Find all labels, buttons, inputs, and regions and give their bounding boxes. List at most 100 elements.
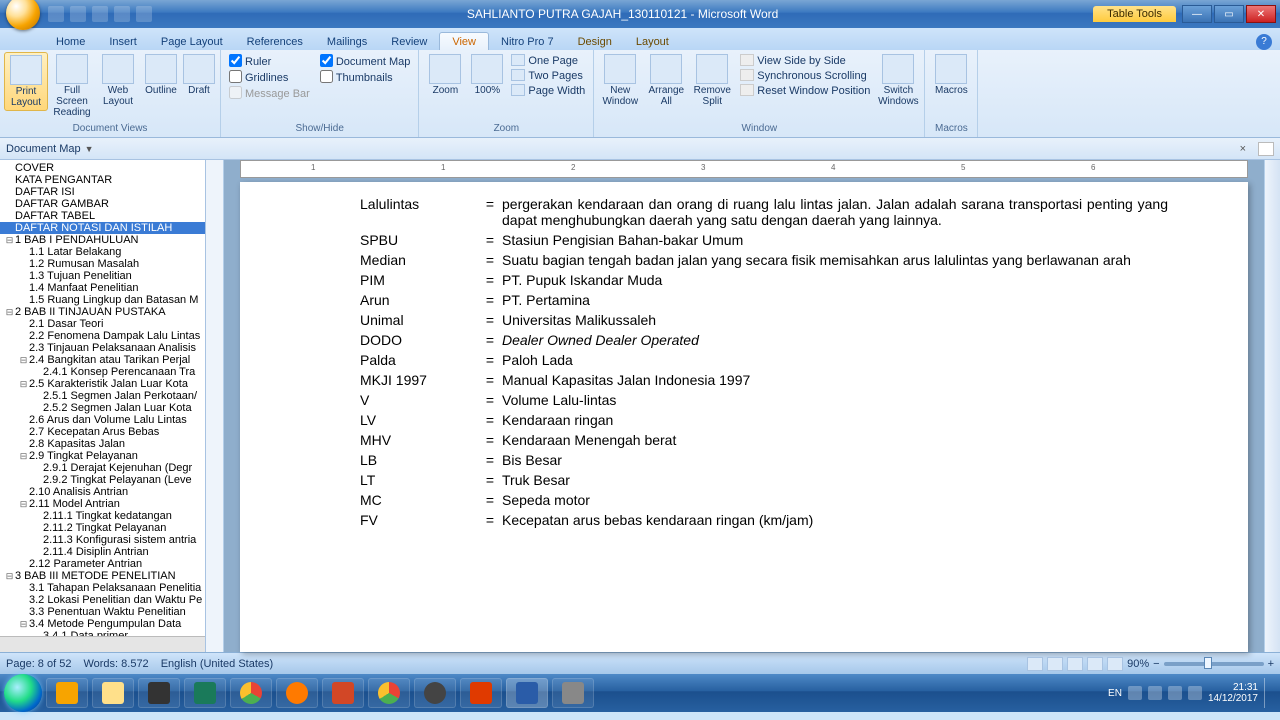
- docmap-item[interactable]: DAFTAR GAMBAR: [0, 198, 205, 210]
- taskbar-chrome2[interactable]: [368, 678, 410, 708]
- docmap-item[interactable]: 3.3 Penentuan Waktu Penelitian: [0, 606, 205, 618]
- full-screen-reading-button[interactable]: Full Screen Reading: [50, 52, 94, 120]
- sidebar-hscroll[interactable]: [0, 636, 205, 652]
- tab-view[interactable]: View: [439, 32, 489, 50]
- docmap-item[interactable]: 2.2 Fenomena Dampak Lalu Lintas: [0, 330, 205, 342]
- one-page-button[interactable]: One Page: [511, 54, 585, 67]
- tray-flag-icon[interactable]: [1128, 686, 1142, 700]
- split-button[interactable]: Remove Split: [690, 52, 734, 109]
- vertical-scrollbar[interactable]: [1264, 160, 1280, 652]
- tab-review[interactable]: Review: [379, 33, 439, 50]
- docmap-item[interactable]: 1.2 Rumusan Masalah: [0, 258, 205, 270]
- ruler-toggle-icon[interactable]: [1258, 142, 1274, 156]
- docmap-item[interactable]: DAFTAR TABEL: [0, 210, 205, 222]
- zoom-button[interactable]: Zoom: [423, 52, 467, 98]
- docmap-item[interactable]: DAFTAR NOTASI DAN ISTILAH: [0, 222, 205, 234]
- tab-insert[interactable]: Insert: [97, 33, 149, 50]
- docmap-item[interactable]: ⊟3 BAB III METODE PENELITIAN: [0, 570, 205, 582]
- thumbnails-checkbox[interactable]: Thumbnails: [320, 70, 411, 84]
- close-docmap-icon[interactable]: ×: [1240, 143, 1246, 155]
- tab-references[interactable]: References: [235, 33, 315, 50]
- message-bar-checkbox[interactable]: Message Bar: [229, 86, 310, 100]
- status-page[interactable]: Page: 8 of 52: [6, 658, 71, 670]
- tab-layout[interactable]: Layout: [624, 33, 681, 50]
- tray-network-icon[interactable]: [1148, 686, 1162, 700]
- taskbar-app2[interactable]: [414, 678, 456, 708]
- docmap-item[interactable]: ⊟2.11 Model Antrian: [0, 498, 205, 510]
- context-tab-tabletools[interactable]: Table Tools: [1093, 6, 1176, 22]
- zoom-100-button[interactable]: 100%: [469, 52, 505, 98]
- taskbar-uc[interactable]: [276, 678, 318, 708]
- zoom-percent[interactable]: 90%: [1127, 658, 1149, 670]
- web-layout-button[interactable]: Web Layout: [96, 52, 140, 109]
- docmap-item[interactable]: 1.1 Latar Belakang: [0, 246, 205, 258]
- tab-page-layout[interactable]: Page Layout: [149, 33, 235, 50]
- minimize-button[interactable]: —: [1182, 5, 1212, 23]
- docmap-item[interactable]: 2.7 Kecepatan Arus Bebas: [0, 426, 205, 438]
- status-words[interactable]: Words: 8.572: [83, 658, 148, 670]
- docmap-item[interactable]: 2.11.3 Konfigurasi sistem antria: [0, 534, 205, 546]
- undo-icon[interactable]: [70, 6, 86, 22]
- document-map-checkbox[interactable]: Document Map: [320, 54, 411, 68]
- tray-lang[interactable]: EN: [1108, 688, 1122, 699]
- tab-home[interactable]: Home: [44, 33, 97, 50]
- zoom-slider[interactable]: [1164, 662, 1264, 666]
- docmap-item[interactable]: ⊟1 BAB I PENDAHULUAN: [0, 234, 205, 246]
- docmap-item[interactable]: 1.3 Tujuan Penelitian: [0, 270, 205, 282]
- office-button[interactable]: [6, 0, 40, 30]
- docmap-item[interactable]: 2.9.2 Tingkat Pelayanan (Leve: [0, 474, 205, 486]
- taskbar-app[interactable]: [138, 678, 180, 708]
- print-layout-button[interactable]: Print Layout: [4, 52, 48, 111]
- docmap-item[interactable]: 1.4 Manfaat Penelitian: [0, 282, 205, 294]
- tab-mailings[interactable]: Mailings: [315, 33, 379, 50]
- document-map-tree[interactable]: COVERKATA PENGANTARDAFTAR ISIDAFTAR GAMB…: [0, 160, 205, 636]
- new-window-button[interactable]: New Window: [598, 52, 642, 109]
- show-desktop-button[interactable]: [1264, 678, 1272, 708]
- maximize-button[interactable]: ▭: [1214, 5, 1244, 23]
- docmap-item[interactable]: ⊟3.4 Metode Pengumpulan Data: [0, 618, 205, 630]
- status-language[interactable]: English (United States): [161, 658, 274, 670]
- docmap-item[interactable]: KATA PENGANTAR: [0, 174, 205, 186]
- docmap-item[interactable]: 2.8 Kapasitas Jalan: [0, 438, 205, 450]
- save-icon[interactable]: [48, 6, 64, 22]
- switch-windows-button[interactable]: Switch Windows: [876, 52, 920, 109]
- view-print-icon[interactable]: [1027, 657, 1043, 671]
- docmap-item[interactable]: DAFTAR ISI: [0, 186, 205, 198]
- arrange-all-button[interactable]: Arrange All: [644, 52, 688, 109]
- docmap-item[interactable]: 1.5 Ruang Lingkup dan Batasan M: [0, 294, 205, 306]
- docmap-item[interactable]: ⊟2.4 Bangkitan atau Tarikan Perjal: [0, 354, 205, 366]
- tab-design[interactable]: Design: [566, 33, 624, 50]
- docmap-item[interactable]: 3.4.1 Data primer: [0, 630, 205, 636]
- taskbar-word-active[interactable]: [506, 678, 548, 708]
- macros-button[interactable]: Macros: [929, 52, 973, 98]
- docmap-item[interactable]: ⊟2 BAB II TINJAUAN PUSTAKA: [0, 306, 205, 318]
- taskbar-chrome[interactable]: [230, 678, 272, 708]
- docmap-item[interactable]: 2.5.2 Segmen Jalan Luar Kota: [0, 402, 205, 414]
- tray-battery-icon[interactable]: [1188, 686, 1202, 700]
- docmap-item[interactable]: 2.4.1 Konsep Perencanaan Tra: [0, 366, 205, 378]
- taskbar-snip[interactable]: [552, 678, 594, 708]
- docmap-item[interactable]: 2.11.1 Tingkat kedatangan: [0, 510, 205, 522]
- qat-icon[interactable]: [136, 6, 152, 22]
- tray-volume-icon[interactable]: [1168, 686, 1182, 700]
- docmap-item[interactable]: 2.10 Analisis Antrian: [0, 486, 205, 498]
- view-web-icon[interactable]: [1067, 657, 1083, 671]
- docmap-item[interactable]: COVER: [0, 162, 205, 174]
- gridlines-checkbox[interactable]: Gridlines: [229, 70, 310, 84]
- view-outline-icon[interactable]: [1087, 657, 1103, 671]
- horizontal-ruler[interactable]: 1123456: [240, 160, 1248, 178]
- docmap-item[interactable]: 2.1 Dasar Teori: [0, 318, 205, 330]
- outline-button[interactable]: Outline: [142, 52, 180, 98]
- start-button[interactable]: [4, 674, 42, 712]
- dropdown-icon[interactable]: ▼: [85, 144, 94, 154]
- docmap-item[interactable]: 2.12 Parameter Antrian: [0, 558, 205, 570]
- two-pages-button[interactable]: Two Pages: [511, 69, 585, 82]
- document-page[interactable]: Lalulintas=pergerakan kendaraan dan oran…: [240, 182, 1248, 652]
- tray-clock[interactable]: 21:3114/12/2017: [1208, 682, 1258, 704]
- docmap-item[interactable]: 2.6 Arus dan Volume Lalu Lintas: [0, 414, 205, 426]
- tab-nitro[interactable]: Nitro Pro 7: [489, 33, 566, 50]
- zoom-out-button[interactable]: −: [1153, 658, 1159, 670]
- taskbar-powerpoint[interactable]: [322, 678, 364, 708]
- ruler-checkbox[interactable]: Ruler: [229, 54, 310, 68]
- docmap-item[interactable]: 3.1 Tahapan Pelaksanaan Penelitia: [0, 582, 205, 594]
